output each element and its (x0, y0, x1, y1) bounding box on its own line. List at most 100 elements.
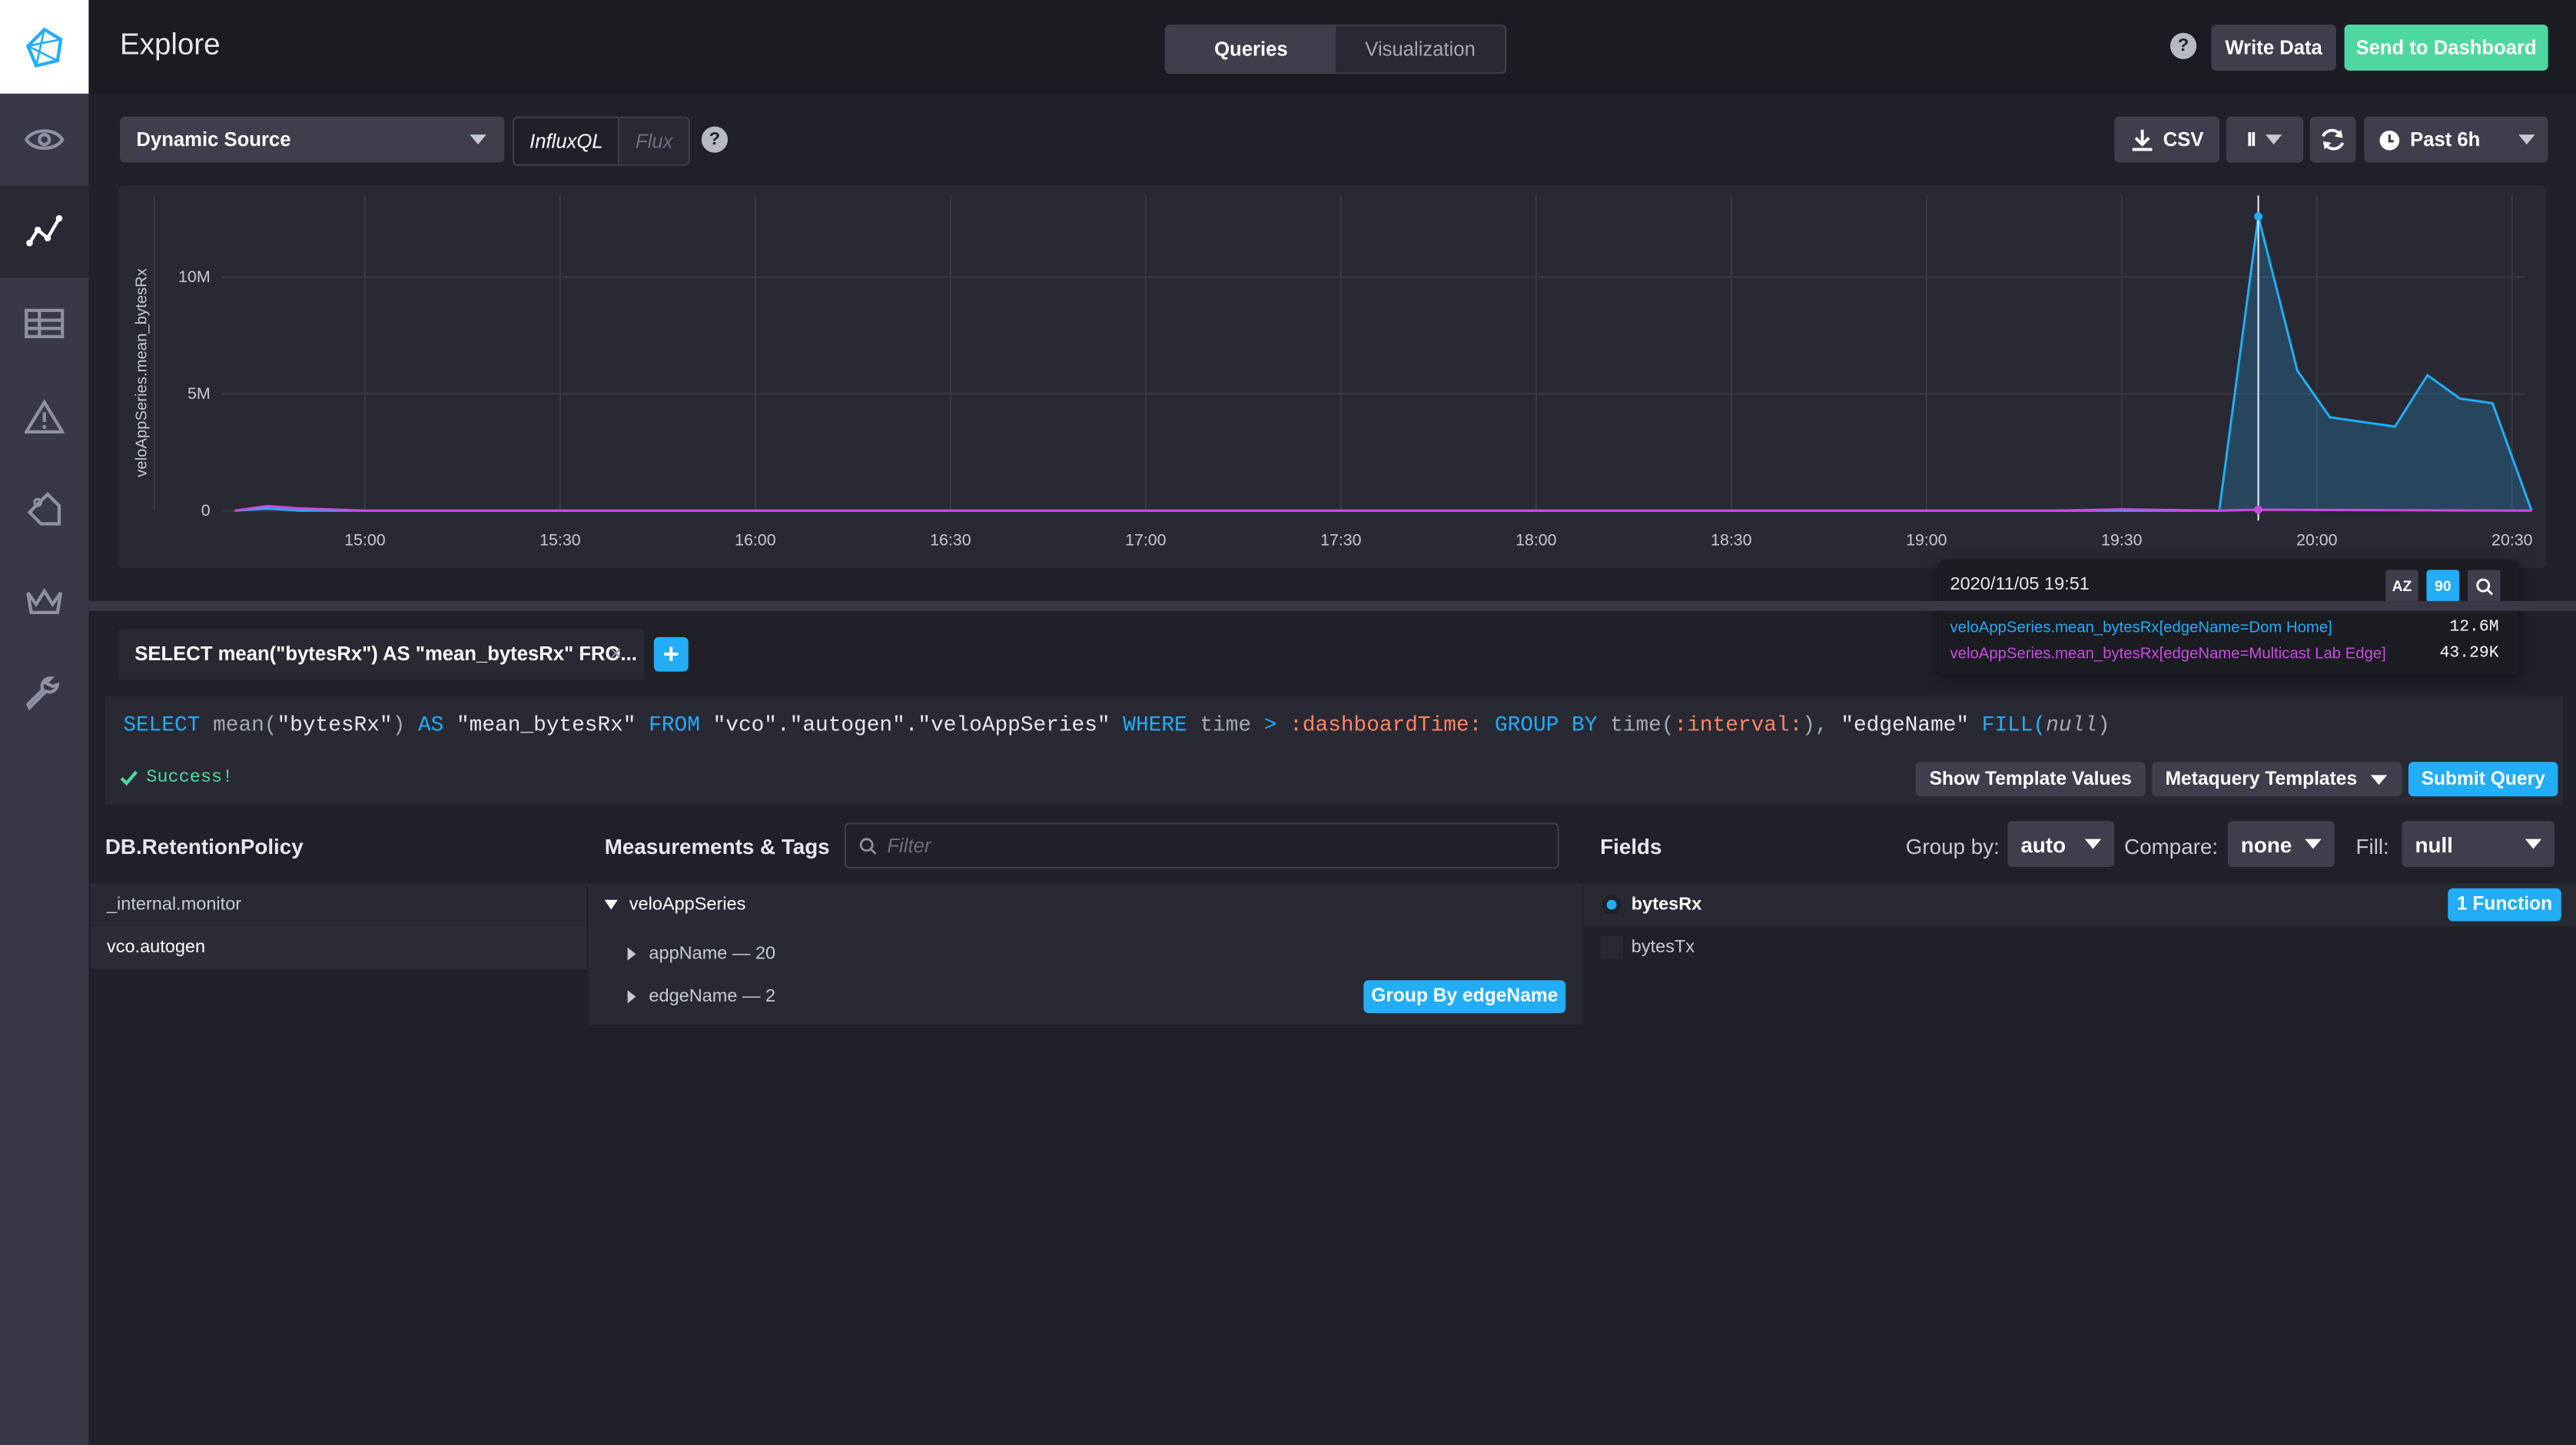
x-tick-label: 15:30 (539, 530, 581, 549)
download-icon (2132, 129, 2152, 151)
filter-input[interactable]: Filter (844, 822, 1559, 869)
sidebar-item-explore[interactable] (0, 185, 89, 278)
measurements-header: Measurements & Tags (604, 834, 830, 859)
query-status: Success! (120, 768, 234, 789)
tooltip-search-button[interactable] (2467, 570, 2501, 603)
tag-key-item[interactable]: appName — 20 (627, 932, 775, 975)
field-item[interactable]: bytesTx (1584, 926, 2576, 969)
hover-point (2254, 505, 2262, 514)
compare-label: Compare: (2124, 834, 2219, 859)
lang-influxql[interactable]: InfluxQL (514, 118, 619, 164)
db-item-selected[interactable]: vco.autogen (90, 925, 587, 969)
measurement-item[interactable]: veloAppSeries (604, 883, 745, 926)
sidebar-item-admin[interactable] (0, 555, 88, 647)
tag-icon (27, 492, 61, 526)
sort-numeric-button[interactable]: 90 (2426, 570, 2460, 603)
page-title: Explore (120, 28, 221, 61)
x-tick-label: 18:30 (1711, 530, 1752, 549)
db-item[interactable]: _internal.monitor (90, 883, 587, 926)
tooltip-timestamp: 2020/11/05 19:51 (1950, 574, 2090, 595)
influx-logo-icon[interactable] (0, 0, 89, 94)
help-icon[interactable]: ? (2169, 32, 2197, 59)
y-tick-label: 5M (188, 384, 211, 403)
query-language-toggle: InfluxQL Flux (512, 116, 690, 166)
x-tick-label: 20:00 (2296, 530, 2338, 549)
source-dropdown[interactable]: Dynamic Source (120, 116, 505, 163)
chevron-right-icon (627, 947, 636, 961)
x-tick-label: 16:30 (930, 530, 971, 549)
sidebar-item-loghub[interactable] (0, 463, 88, 555)
query-editor[interactable]: SELECT mean("bytesRx") AS "mean_bytesRx"… (105, 696, 2563, 805)
alert-icon (25, 399, 65, 434)
field-item-selected[interactable]: bytesRx (1583, 883, 2576, 926)
search-icon (2475, 577, 2492, 595)
add-query-button[interactable]: + (653, 636, 689, 672)
x-tick-label: 19:30 (2101, 530, 2143, 549)
checkbox-checked-icon (1602, 895, 1622, 915)
tab-queries[interactable]: Queries (1166, 26, 1336, 72)
refresh-button[interactable] (2309, 116, 2356, 163)
fill-dropdown[interactable]: null (2402, 821, 2555, 867)
wrench-icon (25, 676, 60, 711)
compare-dropdown[interactable]: none (2227, 821, 2335, 867)
chevron-down-icon (2518, 135, 2535, 144)
group-by-label: Group by: (1905, 834, 2000, 859)
submit-query-button[interactable]: Submit Query (2408, 762, 2558, 797)
chevron-down-icon (2084, 839, 2102, 849)
sidebar (0, 0, 89, 1445)
status-text: Success! (146, 768, 234, 789)
close-icon[interactable]: × (609, 640, 622, 665)
time-range-dropdown[interactable]: Past 6h (2364, 116, 2548, 163)
sort-alpha-button[interactable]: AZ (2385, 570, 2418, 603)
sidebar-item-status[interactable] (0, 94, 88, 186)
send-to-dashboard-button[interactable]: Send to Dashboard (2344, 25, 2548, 71)
query-text[interactable]: SELECT mean("bytesRx") AS "mean_bytesRx"… (123, 713, 2110, 737)
sidebar-item-alerts[interactable] (0, 371, 88, 463)
graph-panel: 15:00 15:30 16:00 16:30 17:00 17:30 18:00 18:30… (118, 185, 2547, 569)
series-line (234, 216, 2533, 512)
source-dropdown-label: Dynamic Source (136, 128, 291, 151)
y-axis-label: veloAppSeries.mean_bytesRx (133, 268, 150, 477)
line-graph[interactable]: 15:00 15:30 16:00 16:30 17:00 17:30 18:00 18:30… (118, 185, 2547, 568)
hover-point (2254, 212, 2262, 221)
x-tick-label: 20:30 (2491, 530, 2533, 549)
x-tick-label: 18:00 (1515, 530, 1557, 549)
refresh-icon (2322, 128, 2345, 151)
chevron-down-icon (2370, 774, 2387, 785)
write-data-button[interactable]: Write Data (2211, 25, 2336, 71)
x-tick-label: 16:00 (735, 530, 776, 549)
query-tab-label: SELECT mean("bytesRx") AS "mean_bytesRx"… (134, 642, 637, 666)
lang-flux[interactable]: Flux (618, 118, 689, 164)
sidebar-item-configuration[interactable] (0, 647, 88, 739)
filter-placeholder: Filter (887, 834, 931, 858)
show-template-values-button[interactable]: Show Template Values (1915, 762, 2146, 797)
crown-icon (26, 588, 63, 614)
function-badge-button[interactable]: 1 Function (2448, 888, 2561, 922)
x-tick-label: 17:30 (1320, 530, 1362, 549)
graph-icon (26, 214, 63, 247)
tab-visualization[interactable]: Visualization (1336, 26, 1505, 72)
metaquery-templates-dropdown[interactable]: Metaquery Templates (2152, 762, 2402, 797)
metaquery-templates-label: Metaquery Templates (2165, 769, 2358, 789)
sidebar-item-dashboards[interactable] (0, 277, 88, 370)
chevron-down-icon (470, 135, 486, 144)
tooltip-row-label: veloAppSeries.mean_bytesRx[edgeName=Dom … (1950, 619, 2332, 637)
autorefresh-dropdown[interactable]: II (2226, 116, 2304, 163)
csv-button[interactable]: CSV (2114, 116, 2220, 163)
help-icon[interactable]: ? (701, 126, 729, 153)
tag-key-item[interactable]: edgeName — 2 (627, 975, 775, 1018)
x-tick-label: 19:00 (1906, 530, 1947, 549)
y-tick-label: 0 (201, 501, 211, 520)
group-by-edgename-button[interactable]: Group By edgeName (1363, 980, 1566, 1014)
series-area (234, 216, 2532, 511)
resize-handle[interactable] (88, 600, 2576, 611)
chevron-down-icon (604, 899, 618, 910)
tooltip-row-label: veloAppSeries.mean_bytesRx[edgeName=Mult… (1950, 645, 2386, 664)
group-by-dropdown[interactable]: auto (2007, 821, 2115, 867)
fields-header: Fields (1600, 834, 1662, 859)
table-icon (25, 308, 65, 339)
search-icon (859, 837, 877, 854)
view-tabs: Queries Visualization (1164, 25, 1507, 75)
query-tab[interactable]: SELECT mean("bytesRx") AS "mean_bytesRx"… (118, 629, 645, 680)
series-line (234, 504, 2532, 512)
